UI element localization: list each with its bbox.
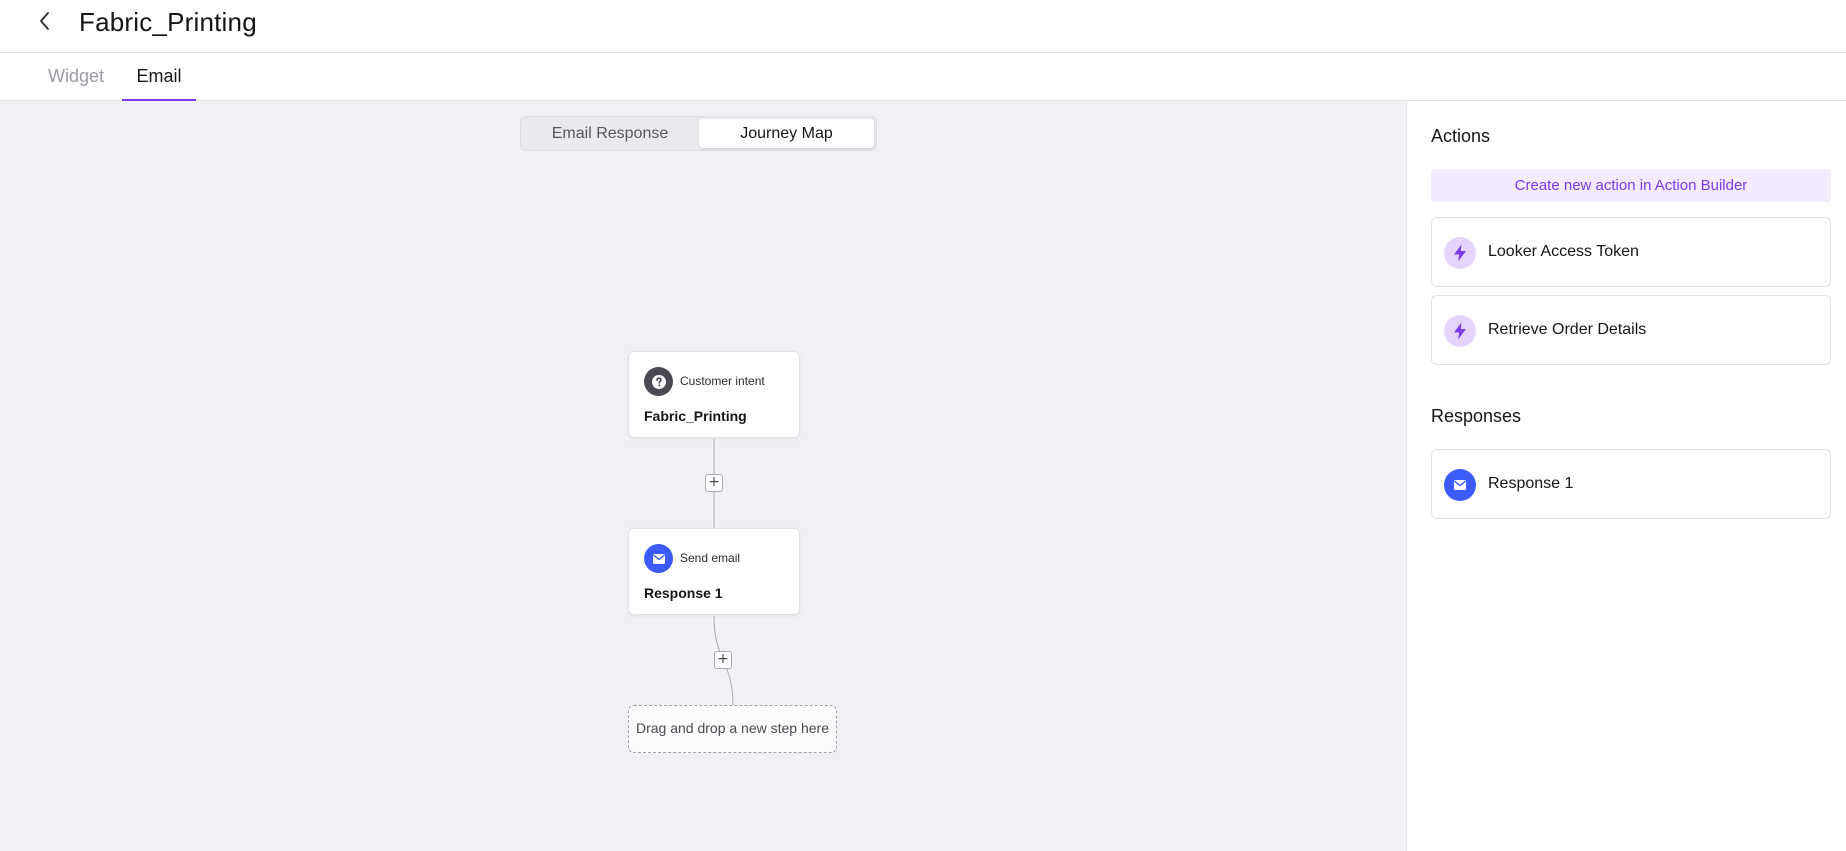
chevron-left-icon (40, 12, 49, 30)
question-circle-icon (644, 367, 673, 396)
action-card-looker-access-token[interactable]: Looker Access Token (1431, 217, 1831, 287)
action-card-retrieve-order-details[interactable]: Retrieve Order Details (1431, 295, 1831, 365)
back-button[interactable] (30, 6, 60, 36)
action-label: Looker Access Token (1488, 243, 1639, 260)
journey-map-toggle[interactable]: Journey Map (699, 119, 874, 148)
response-card-response-1[interactable]: Response 1 (1431, 449, 1831, 519)
responses-heading: Responses (1431, 406, 1522, 426)
page-header: Fabric_Printing (0, 0, 1846, 53)
add-step-button[interactable]: + (705, 474, 723, 492)
drop-zone[interactable]: Drag and drop a new step here (628, 705, 837, 753)
tab-email[interactable]: Email (122, 53, 196, 101)
node-name-label: Response 1 (644, 585, 723, 601)
actions-heading: Actions (1431, 126, 1491, 146)
response-label: Response 1 (1488, 475, 1574, 492)
view-toggle: Email Response Journey Map (520, 116, 877, 151)
mail-icon (644, 544, 673, 573)
send-email-node[interactable]: Send email Response 1 (628, 528, 800, 615)
node-type-label: Send email (680, 551, 741, 565)
lightning-icon (1444, 315, 1476, 347)
journey-canvas[interactable]: Email Response Journey Map Customer inte… (0, 101, 1407, 851)
node-name-label: Fabric_Printing (644, 408, 747, 424)
page-title: Fabric_Printing (79, 7, 257, 37)
channel-tabs: Widget Email (0, 53, 1846, 101)
add-step-button[interactable]: + (714, 651, 732, 669)
side-panel: Actions Create new action in Action Buil… (1407, 101, 1846, 851)
customer-intent-node[interactable]: Customer intent Fabric_Printing (628, 351, 800, 438)
email-response-toggle[interactable]: Email Response (523, 119, 697, 148)
node-type-label: Customer intent (680, 374, 765, 388)
lightning-icon (1444, 237, 1476, 269)
action-label: Retrieve Order Details (1488, 321, 1647, 338)
create-action-button[interactable]: Create new action in Action Builder (1431, 169, 1831, 202)
tab-widget[interactable]: Widget (30, 53, 122, 101)
mail-icon (1444, 469, 1476, 501)
